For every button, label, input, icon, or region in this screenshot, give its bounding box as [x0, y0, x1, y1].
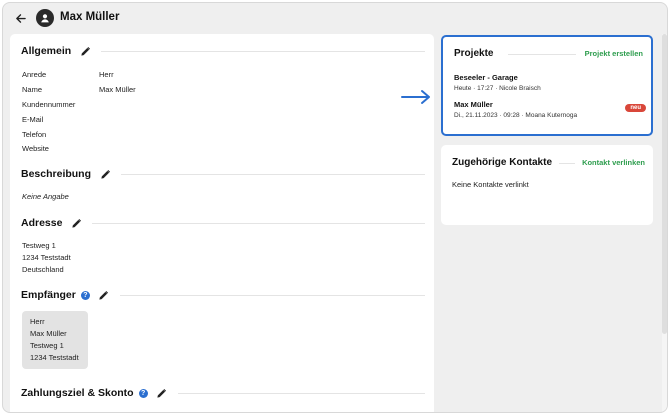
contact-details-card: Allgemein Anrede Herr Name Max Müller Ku… — [10, 34, 434, 412]
related-contacts-card: Zugehörige Kontakte Kontakt verlinken Ke… — [441, 145, 653, 225]
pencil-icon — [72, 218, 81, 228]
user-avatar-icon — [41, 14, 49, 23]
edit-general-button[interactable] — [79, 45, 91, 57]
recipient-line: 1234 Teststadt — [30, 353, 79, 362]
section-heading-general: Allgemein — [21, 45, 72, 57]
section-divider — [92, 222, 425, 224]
app-window: Max Müller Allgemein Anrede Herr Name Ma… — [2, 2, 668, 413]
section-general: Allgemein — [21, 45, 425, 57]
section-divider — [177, 392, 425, 394]
field-label-website: Website — [22, 144, 49, 153]
contacts-empty-text: Keine Kontakte verlinkt — [452, 180, 529, 189]
edit-payment-button[interactable] — [156, 387, 168, 399]
pencil-icon — [81, 46, 90, 56]
edit-address-button[interactable] — [70, 217, 82, 229]
contacts-title: Zugehörige Kontakte — [452, 157, 553, 168]
avatar — [36, 9, 54, 27]
section-payment: Zahlungsziel & Skonto ? — [21, 387, 425, 399]
recipient-line: Herr — [30, 317, 45, 326]
scrollbar[interactable] — [662, 34, 667, 412]
help-icon[interactable]: ? — [138, 388, 148, 398]
help-icon[interactable]: ? — [80, 290, 90, 300]
field-label-anrede: Anrede — [22, 70, 47, 79]
top-bar: Max Müller — [3, 3, 667, 33]
link-contact-link[interactable]: Kontakt verlinken — [582, 158, 645, 167]
arrow-left-icon — [15, 13, 26, 23]
address-line: Testweg 1 — [22, 241, 56, 250]
field-value-anrede: Herr — [99, 70, 114, 79]
page-title: Max Müller — [60, 11, 120, 23]
arrow-right-icon — [401, 90, 430, 104]
field-label-kundennummer: Kundennummer — [22, 100, 76, 109]
section-heading-recipient: Empfänger — [21, 289, 76, 301]
edit-description-button[interactable] — [99, 168, 111, 180]
section-heading-address: Adresse — [21, 217, 63, 229]
scrollbar-thumb[interactable] — [662, 34, 667, 334]
section-heading-payment: Zahlungsziel & Skonto — [21, 387, 134, 399]
field-label-telefon: Telefon — [22, 130, 47, 139]
projects-title: Projekte — [454, 48, 494, 59]
field-value-name: Max Müller — [99, 85, 136, 94]
section-divider — [121, 173, 425, 175]
recipient-line: Testweg 1 — [30, 341, 64, 350]
project-name: Max Müller — [454, 100, 493, 109]
section-divider — [508, 54, 576, 55]
section-divider — [101, 50, 425, 52]
pencil-icon — [99, 290, 109, 300]
recipient-line: Max Müller — [30, 329, 67, 338]
create-project-link[interactable]: Projekt erstellen — [585, 49, 643, 58]
back-button[interactable] — [10, 8, 30, 28]
projects-card: Projekte Projekt erstellen Beseeler - Ga… — [441, 35, 653, 136]
new-badge: neu — [625, 104, 646, 112]
pencil-icon — [157, 388, 167, 398]
project-item[interactable]: Max Müller Di., 21.11.2023 · 09:28 · Moa… — [454, 100, 646, 119]
project-meta: Di., 21.11.2023 · 09:28 · Moana Kuternog… — [454, 112, 578, 119]
address-line: 1234 Teststadt — [22, 253, 71, 262]
description-text: Keine Angabe — [22, 192, 69, 201]
field-label-name: Name — [22, 85, 43, 94]
address-line: Deutschland — [22, 265, 64, 274]
project-name: Beseeler - Garage — [454, 73, 518, 82]
section-divider — [559, 163, 575, 164]
section-description: Beschreibung — [21, 168, 425, 180]
section-divider — [119, 294, 425, 296]
edit-recipient-button[interactable] — [98, 289, 110, 301]
recipient-address-box: Herr Max Müller Testweg 1 1234 Teststadt — [22, 311, 88, 369]
field-label-email: E-Mail — [22, 115, 44, 124]
section-recipient: Empfänger ? — [21, 289, 425, 301]
section-heading-description: Beschreibung — [21, 168, 92, 180]
section-address: Adresse — [21, 217, 425, 229]
project-meta: Heute · 17:27 · Nicole Braisch — [454, 85, 541, 92]
project-item[interactable]: Beseeler - Garage Heute · 17:27 · Nicole… — [454, 73, 646, 92]
pencil-icon — [100, 169, 110, 179]
